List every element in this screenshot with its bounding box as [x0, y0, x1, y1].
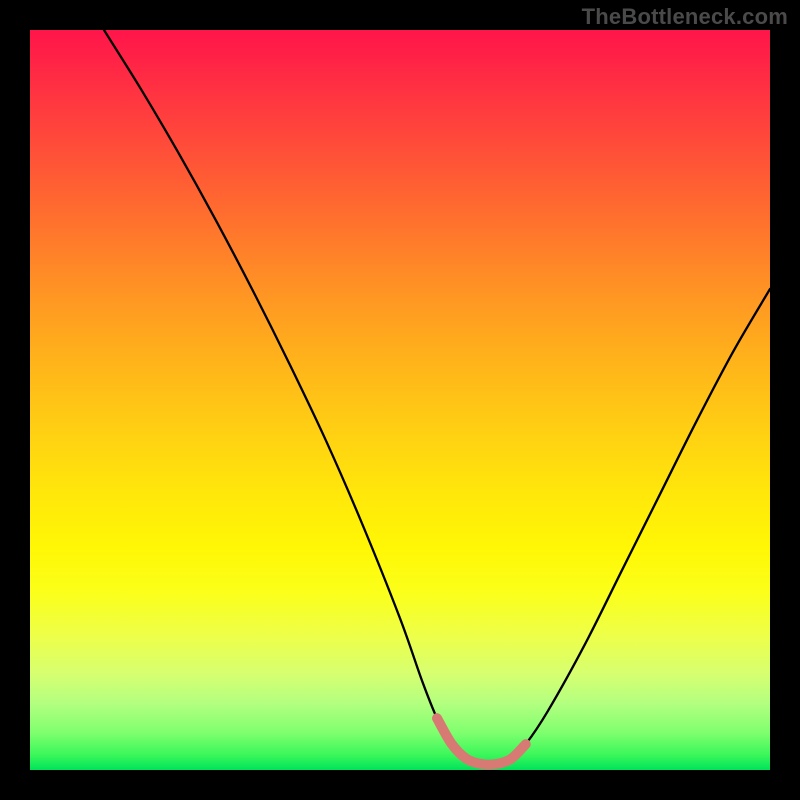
optimal-zone-highlight — [437, 718, 526, 765]
watermark-text: TheBottleneck.com — [582, 4, 788, 30]
plot-area — [30, 30, 770, 770]
chart-frame: TheBottleneck.com — [0, 0, 800, 800]
bottleneck-curve — [104, 30, 770, 765]
curve-layer — [30, 30, 770, 770]
